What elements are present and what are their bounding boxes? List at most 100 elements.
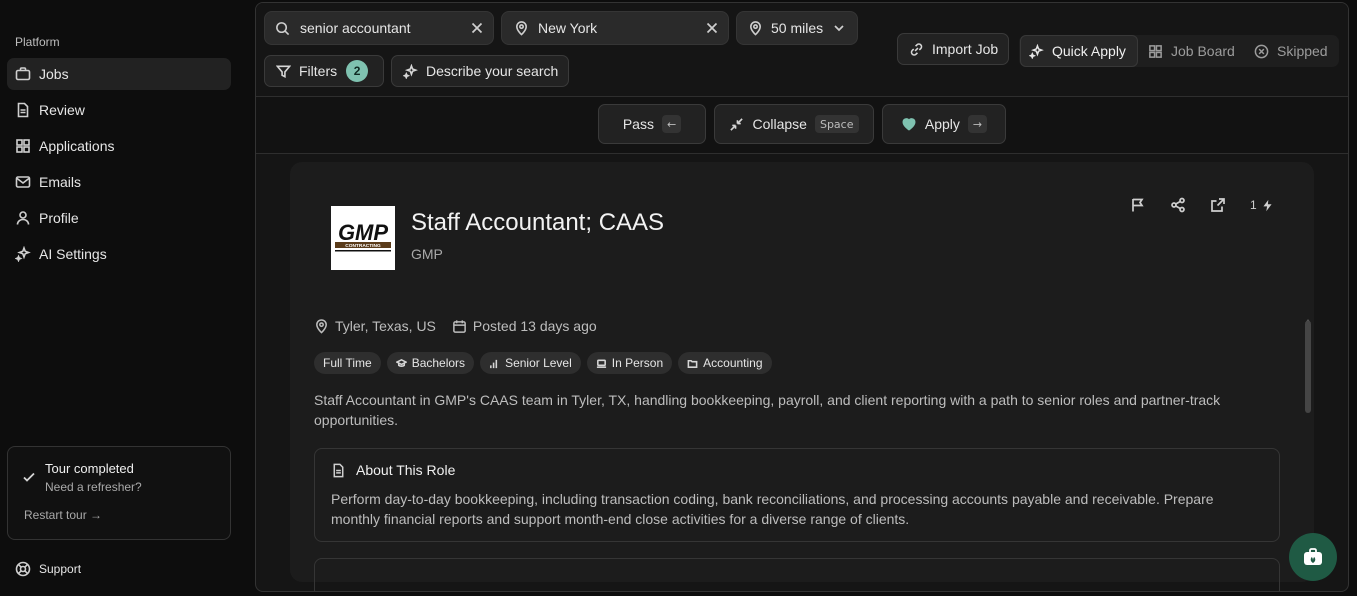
sidebar-nav: Jobs Review Applications Emails Profile …	[7, 58, 231, 274]
tag-seniority: Senior Level	[480, 352, 581, 374]
sparkles-icon	[15, 246, 31, 262]
sidebar-item-review[interactable]: Review	[7, 94, 231, 126]
filters-label: Filters	[299, 63, 338, 79]
job-summary: Staff Accountant in GMP's CAAS team in T…	[314, 392, 1221, 428]
share-icon[interactable]	[1170, 197, 1186, 213]
document-icon	[333, 463, 344, 477]
lifebuoy-icon	[15, 561, 31, 577]
map-pin-icon	[750, 20, 761, 36]
tag-category: Accounting	[678, 352, 772, 374]
job-title: Staff Accountant; CAAS	[411, 209, 665, 236]
tab-label: Job Board	[1171, 43, 1235, 59]
tour-card: Tour completed Need a refresher? Restart…	[7, 446, 231, 540]
svg-text:CONTRACTING: CONTRACTING	[345, 243, 381, 249]
scrollbar-thumb[interactable]	[1305, 321, 1311, 413]
tag-employment-type: Full Time	[314, 352, 381, 374]
collapse-button[interactable]: Collapse Space	[714, 104, 874, 144]
tab-skipped[interactable]: Skipped	[1254, 35, 1338, 67]
search-toolbar: senior accountant New York 50 miles Filt…	[256, 3, 1348, 97]
about-role-title: About This Role	[356, 462, 456, 478]
sidebar-item-jobs[interactable]: Jobs	[7, 58, 231, 90]
tag-education: Bachelors	[386, 352, 475, 374]
graduation-cap-icon	[395, 358, 407, 367]
lightning-icon[interactable]	[1261, 199, 1274, 212]
calendar-icon	[453, 319, 466, 333]
about-role-body: Perform day-to-day bookkeeping, includin…	[331, 491, 1214, 527]
restart-tour-link[interactable]: Restart tour →	[24, 508, 102, 522]
folder-icon	[687, 359, 698, 368]
location-value: New York	[538, 20, 598, 36]
filter-icon	[276, 65, 291, 78]
pass-button[interactable]: Pass ←	[598, 104, 706, 144]
about-role-header: About This Role	[331, 462, 455, 478]
describe-search-button[interactable]: Describe your search	[391, 55, 569, 87]
map-pin-icon	[316, 318, 327, 334]
apply-button[interactable]: Apply →	[882, 104, 1006, 144]
tour-title: Tour completed	[45, 461, 134, 476]
collapse-label: Collapse	[752, 116, 807, 132]
check-icon	[23, 472, 35, 482]
close-icon[interactable]	[471, 22, 483, 34]
external-link-icon[interactable]	[1210, 197, 1226, 213]
sidebar: Platform Jobs Review Applications Emails…	[0, 0, 255, 596]
sidebar-item-label: Emails	[39, 174, 82, 190]
sidebar-item-label: Applications	[39, 138, 115, 154]
support-label: Support	[39, 562, 82, 576]
grid-icon	[1149, 44, 1162, 58]
sidebar-item-label: AI Settings	[39, 246, 107, 262]
close-icon[interactable]	[706, 22, 718, 34]
company-name: GMP	[411, 246, 443, 262]
job-tags: Full Time Bachelors Senior Level In Pers…	[314, 352, 778, 374]
company-logo: GMP CONTRACTING	[331, 206, 395, 270]
view-switcher: Quick Apply Job Board Skipped	[1019, 35, 1339, 67]
svg-text:GMP: GMP	[338, 220, 388, 245]
radius-select[interactable]: 50 miles	[736, 11, 858, 45]
document-icon	[17, 102, 29, 118]
sidebar-item-label: Jobs	[39, 66, 69, 82]
flag-icon[interactable]	[1130, 197, 1146, 213]
apply-shortcut: →	[967, 115, 988, 133]
sidebar-item-emails[interactable]: Emails	[7, 166, 231, 198]
tour-subtitle: Need a refresher?	[45, 480, 142, 494]
sidebar-item-label: Review	[39, 102, 85, 118]
pass-label: Pass	[622, 116, 654, 132]
assistant-fab-button[interactable]	[1289, 533, 1337, 581]
boost-count: 1	[1250, 198, 1257, 212]
link-icon	[910, 42, 923, 56]
sidebar-item-applications[interactable]: Applications	[7, 130, 231, 162]
filters-count-badge: 2	[346, 60, 369, 82]
circle-x-icon	[1254, 44, 1269, 58]
posted-date: Posted 13 days ago	[472, 318, 597, 334]
about-role-section: About This Role Perform day-to-day bookk…	[314, 448, 1280, 542]
sparkles-icon	[1029, 43, 1044, 59]
collapse-shortcut: Space	[814, 115, 859, 133]
support-link[interactable]: Support	[15, 561, 81, 577]
briefcase-icon	[15, 67, 31, 81]
tab-label: Skipped	[1277, 43, 1328, 59]
location-field[interactable]: New York	[501, 11, 729, 45]
job-card: GMP CONTRACTING Staff Accountant; CAAS G…	[290, 162, 1314, 591]
sparkles-icon	[403, 63, 418, 79]
tab-quick-apply[interactable]: Quick Apply	[1020, 35, 1138, 67]
describe-search-label: Describe your search	[426, 63, 559, 79]
job-meta: Tyler, Texas, US Posted 13 days ago	[314, 318, 597, 334]
sidebar-item-ai-settings[interactable]: AI Settings	[7, 238, 231, 270]
briefcase-leaf-icon	[1304, 548, 1322, 565]
gmp-logo-icon: GMP CONTRACTING	[331, 206, 395, 270]
tab-job-board[interactable]: Job Board	[1148, 35, 1244, 67]
heart-icon	[902, 118, 916, 131]
filters-button[interactable]: Filters 2	[264, 55, 384, 87]
action-bar: Pass ← Collapse Space Apply →	[256, 97, 1348, 154]
mail-icon	[15, 176, 31, 188]
app-logo-fragment	[18, 0, 178, 2]
search-query-field[interactable]: senior accountant	[264, 11, 494, 45]
import-job-button[interactable]: Import Job	[897, 33, 1009, 65]
sidebar-item-label: Profile	[39, 210, 79, 226]
tab-label: Quick Apply	[1052, 43, 1126, 59]
user-icon	[16, 211, 30, 225]
radius-value: 50 miles	[771, 20, 824, 36]
tag-workplace: In Person	[586, 352, 673, 374]
laptop-icon	[596, 359, 606, 368]
sidebar-section-label: Platform	[15, 35, 60, 49]
sidebar-item-profile[interactable]: Profile	[7, 202, 231, 234]
